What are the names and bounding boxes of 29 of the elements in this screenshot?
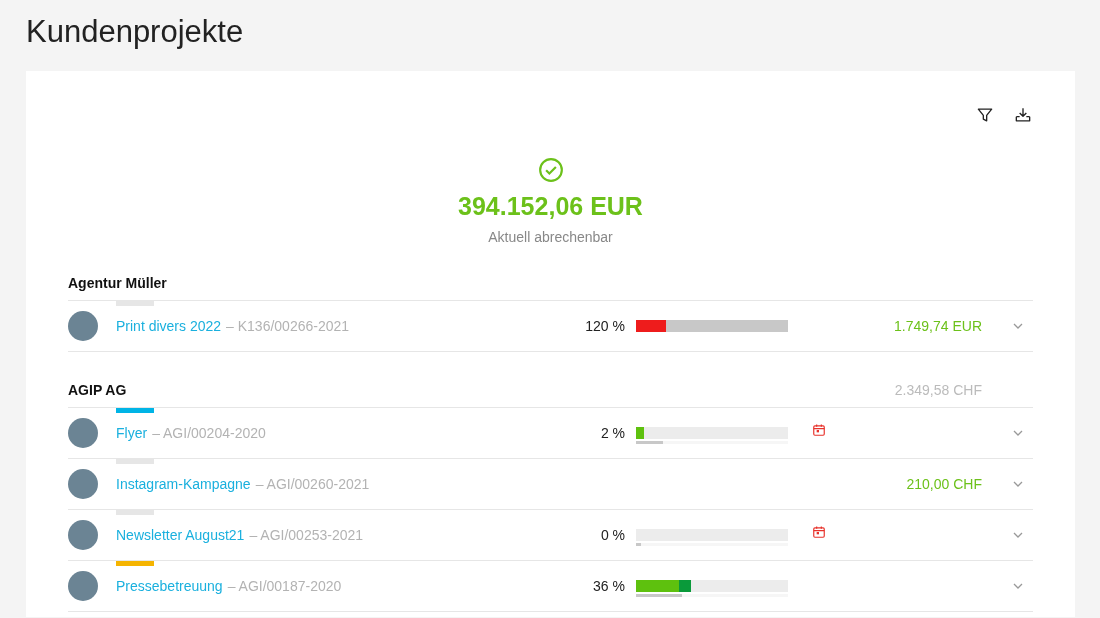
client-total: 2.349,58 CHF xyxy=(894,382,982,398)
project-link[interactable]: Pressebetreuung xyxy=(116,578,223,594)
avatar xyxy=(68,418,98,448)
project-code: – K136/00266-2021 xyxy=(226,318,350,334)
project-amount: 1.749,74 EUR xyxy=(894,318,982,334)
avatar xyxy=(68,571,98,601)
percent-text: 120 % xyxy=(584,318,625,334)
client-name: Agentur Müller xyxy=(68,275,167,291)
percent-text: 0 % xyxy=(599,527,625,543)
project-link[interactable]: Flyer xyxy=(116,425,148,441)
project-code: – AGI/00187-2020 xyxy=(227,578,342,594)
total-amount: 394.152,06 EUR xyxy=(458,192,643,221)
project-link[interactable]: Print divers 2022 xyxy=(116,318,222,334)
project-code: – AGI/00260-2021 xyxy=(255,476,370,492)
project-code: – AGI/00204-2020 xyxy=(152,425,266,441)
project-code: – AGI/00253-2021 xyxy=(249,527,364,543)
avatar xyxy=(68,520,98,550)
project-amount: 210,00 CHF xyxy=(906,476,982,492)
check-circle-icon xyxy=(537,157,564,183)
project-link[interactable]: Newsletter August21 xyxy=(116,527,245,543)
avatar xyxy=(68,311,98,341)
avatar xyxy=(68,469,98,499)
percent-text: 2 % xyxy=(599,425,625,441)
page-title: Kundenprojekte xyxy=(26,14,245,50)
project-link[interactable]: Instagram-Kampagne xyxy=(116,476,251,492)
percent-text: 36 % xyxy=(592,578,625,594)
total-caption: Aktuell abrechenbar xyxy=(488,229,613,245)
client-name: AGIP AG xyxy=(68,382,127,398)
download-icon[interactable] xyxy=(1013,105,1033,125)
